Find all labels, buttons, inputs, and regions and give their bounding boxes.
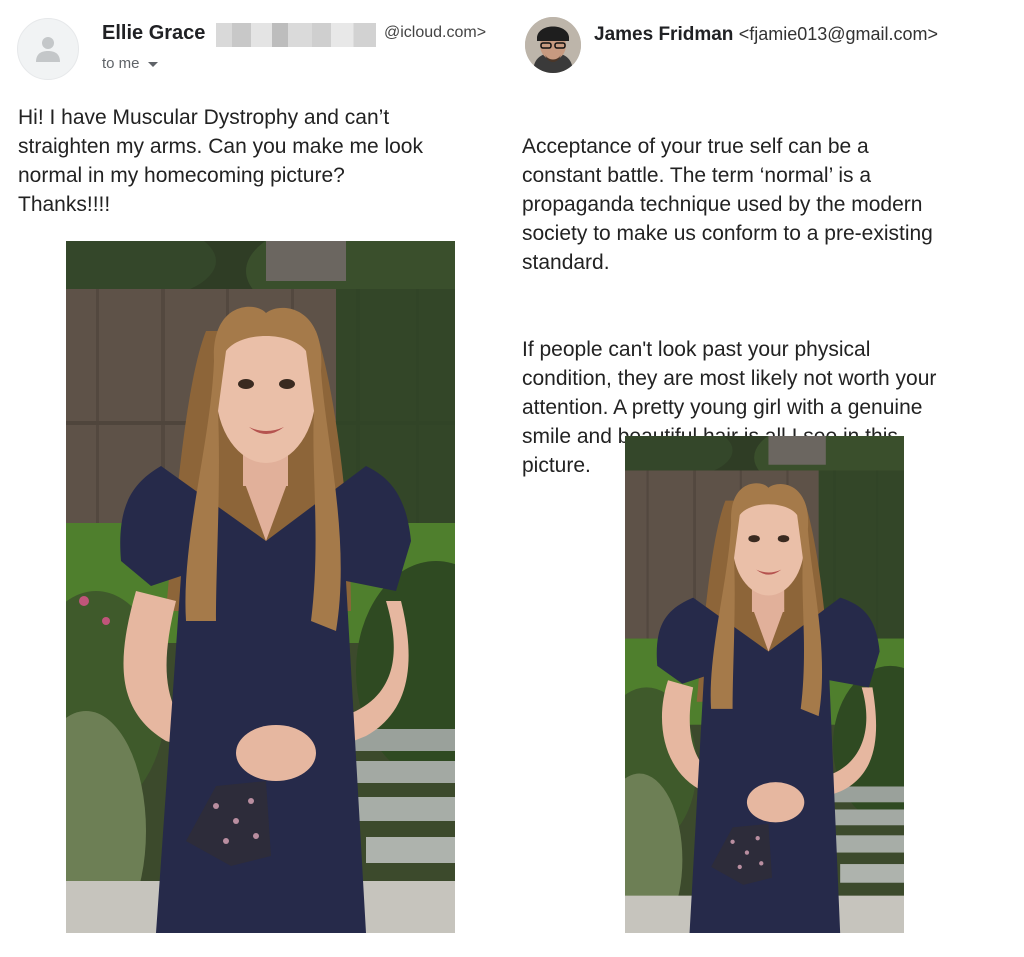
dropdown-caret-icon[interactable] bbox=[147, 62, 158, 67]
reply-sender-email: <fjamie013@gmail.com> bbox=[738, 24, 939, 44]
recipient-details-toggle[interactable]: to me bbox=[102, 55, 158, 72]
reply-photo bbox=[625, 436, 904, 933]
sender-avatar[interactable] bbox=[525, 17, 581, 73]
message-body: Hi! I have Muscular Dystrophy and can’t … bbox=[18, 106, 423, 216]
original-photo bbox=[66, 241, 455, 933]
default-avatar-icon bbox=[17, 18, 79, 80]
reply-sender[interactable]: James Fridman <fjamie013@gmail.com> bbox=[594, 24, 938, 46]
sender-name[interactable]: Ellie Grace bbox=[102, 22, 205, 45]
reply-paragraph-1: Acceptance of your true self can be a co… bbox=[522, 135, 933, 274]
reply-sender-name: James Fridman bbox=[594, 24, 734, 45]
sender-email-domain: @icloud.com> bbox=[384, 24, 487, 41]
recipient-label: to me bbox=[102, 55, 140, 72]
original-email: Ellie Grace @icloud.com> to me Hi! I hav… bbox=[0, 0, 505, 957]
redacted-email-blur bbox=[216, 23, 376, 47]
reply-email: James Fridman <fjamie013@gmail.com> Acce… bbox=[505, 0, 1024, 957]
